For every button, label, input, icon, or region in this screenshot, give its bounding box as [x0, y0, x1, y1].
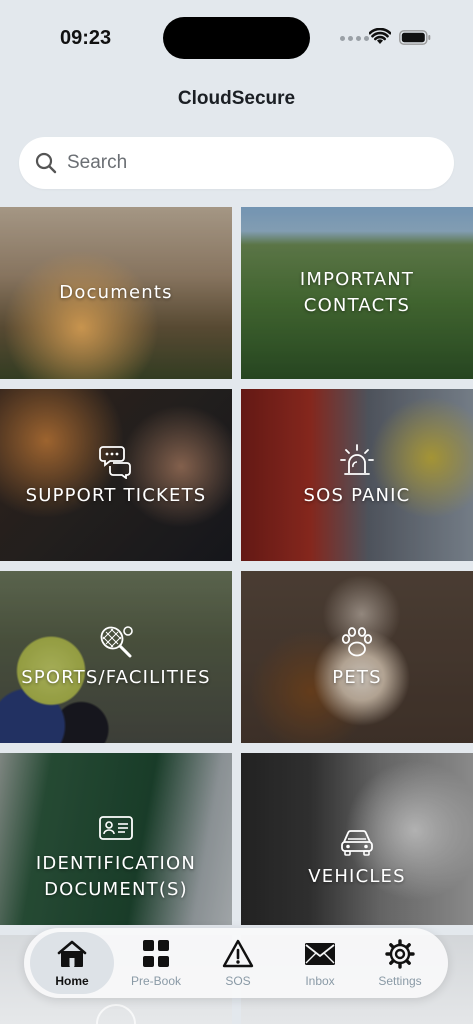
search-input[interactable]: [67, 152, 427, 174]
tile-important-contacts[interactable]: IMPORTANT CONTACTS: [241, 207, 473, 379]
tab-pre-book[interactable]: Pre-Book: [114, 932, 198, 994]
cellular-signal-icon: [340, 36, 369, 41]
tile-label: VEHICLES: [308, 866, 406, 887]
tab-label: Settings: [378, 973, 422, 988]
bottom-tab-bar: Home Pre-Book SOS Inbox Settings: [24, 928, 448, 998]
envelope-icon: [305, 942, 335, 965]
tile-label: PETS: [332, 667, 382, 688]
status-time: 09:23: [60, 27, 112, 49]
tile-vehicles[interactable]: VEHICLES: [241, 753, 473, 925]
id-card-icon: [99, 816, 133, 840]
tile-pets[interactable]: PETS: [241, 571, 473, 743]
tab-label: SOS: [225, 973, 251, 988]
tile-sos-panic[interactable]: SOS PANIC: [241, 389, 473, 561]
car-icon: [341, 830, 373, 856]
warning-triangle-icon: [222, 939, 254, 967]
alarm-siren-icon: [340, 444, 374, 475]
dynamic-island: [163, 17, 310, 59]
tab-home[interactable]: Home: [30, 932, 114, 994]
grid-icon: [143, 939, 169, 967]
tab-label: Pre-Book: [130, 973, 182, 988]
tile-label: Documents: [59, 282, 173, 303]
home-icon: [57, 940, 87, 967]
status-bar: 09:23: [0, 0, 473, 78]
paw-icon: [341, 627, 373, 657]
tile-label: IMPORTANT CONTACTS: [299, 269, 415, 316]
tennis-racket-icon: [100, 626, 133, 658]
battery-icon: [399, 30, 431, 45]
tile-label: SUPPORT TICKETS: [25, 485, 207, 506]
support-chat-icon: [99, 446, 131, 479]
tab-label: Inbox: [305, 973, 335, 988]
search-icon: [35, 152, 57, 174]
search-bar[interactable]: [19, 137, 454, 189]
tile-label: SPORTS/FACILITIES: [21, 667, 211, 688]
tab-inbox[interactable]: Inbox: [278, 932, 362, 994]
tile-support-tickets[interactable]: SUPPORT TICKETS: [0, 389, 232, 561]
tile-label: SOS PANIC: [303, 485, 411, 506]
tile-label: IDENTIFICATION DOCUMENT(S): [35, 853, 197, 900]
tile-sports-facilities[interactable]: SPORTS/FACILITIES: [0, 571, 232, 743]
tab-sos[interactable]: SOS: [196, 932, 280, 994]
tile-identification-documents[interactable]: IDENTIFICATION DOCUMENT(S): [0, 753, 232, 925]
app-title: CloudSecure: [177, 88, 296, 109]
wifi-icon: [369, 28, 391, 44]
gear-icon: [385, 938, 415, 969]
tile-documents[interactable]: Documents: [0, 207, 232, 379]
tab-settings[interactable]: Settings: [358, 932, 442, 994]
tab-label: Home: [55, 973, 89, 988]
